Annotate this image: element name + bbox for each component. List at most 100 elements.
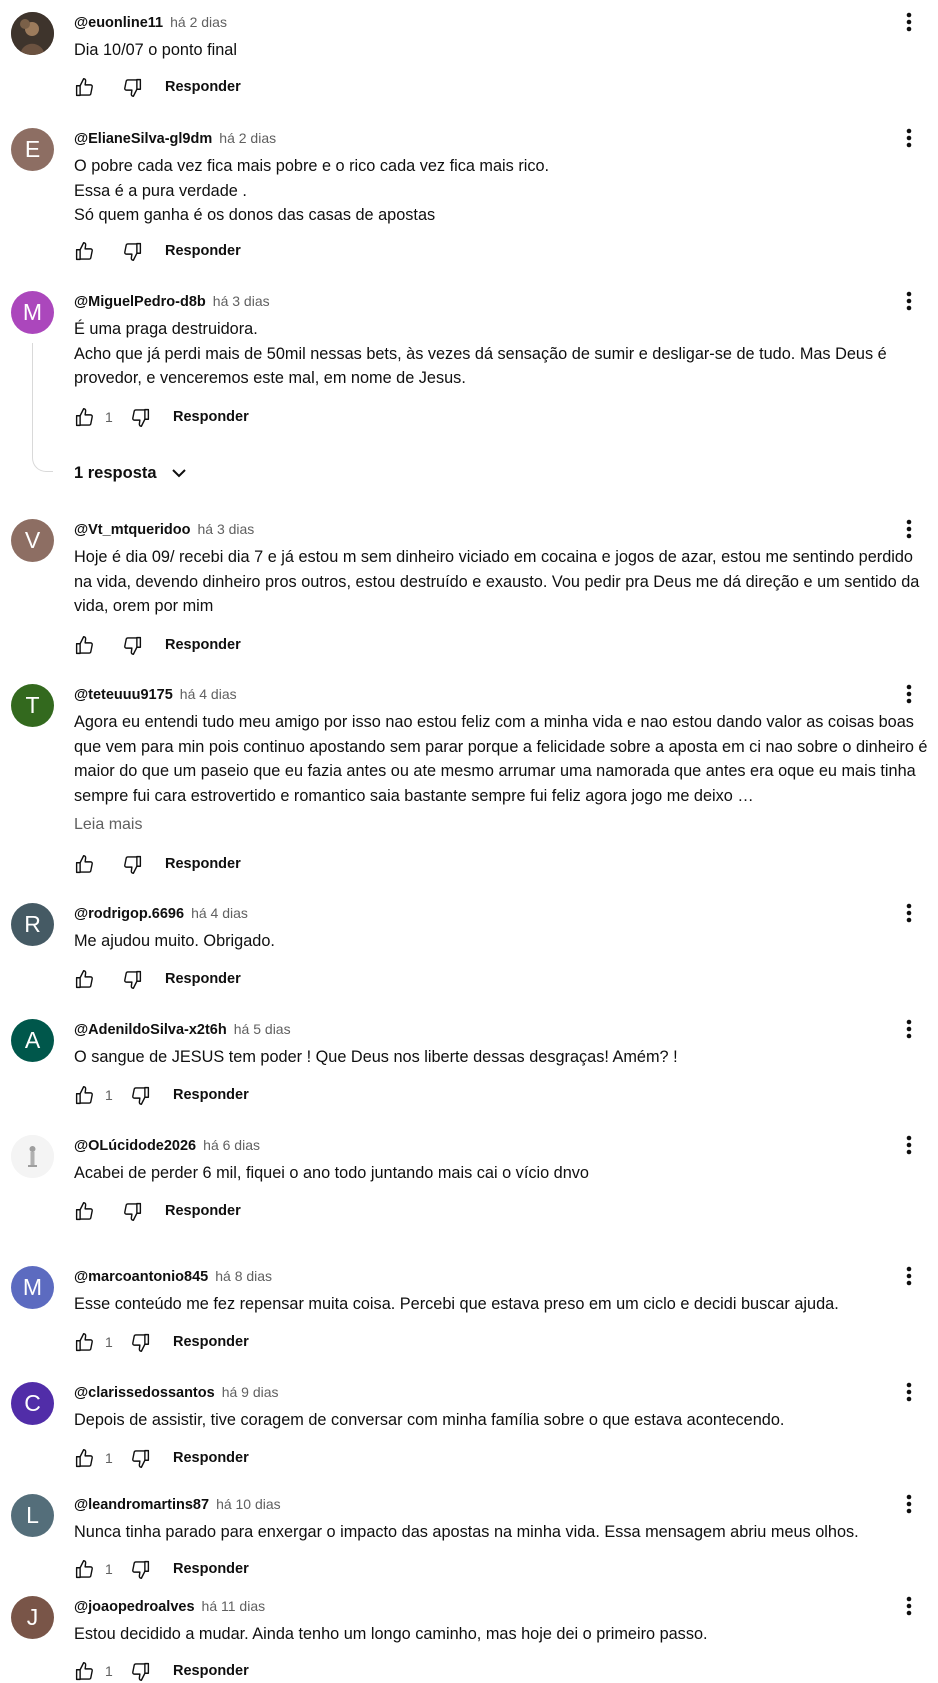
- comment-author[interactable]: @AdenildoSilva-x2t6h: [74, 1022, 227, 1038]
- dislike-icon[interactable]: [130, 1661, 151, 1682]
- avatar-letter: R: [24, 911, 41, 937]
- comment-text: Me ajudou muito. Obrigado.: [74, 932, 275, 950]
- comment-time[interactable]: há 4 dias: [180, 686, 237, 702]
- comment-time[interactable]: há 8 dias: [215, 1268, 272, 1284]
- more-options-icon[interactable]: [900, 901, 918, 925]
- comment-time[interactable]: há 10 dias: [216, 1496, 281, 1512]
- read-more-link[interactable]: Leia mais: [74, 816, 142, 834]
- comment-author[interactable]: @joaopedroalves: [74, 1599, 195, 1615]
- avatar[interactable]: A: [11, 1019, 54, 1062]
- dislike-icon[interactable]: [130, 1332, 151, 1353]
- comment-time[interactable]: há 9 dias: [222, 1384, 279, 1400]
- avatar[interactable]: L: [11, 1494, 54, 1537]
- dislike-icon[interactable]: [122, 1201, 143, 1222]
- more-options-icon[interactable]: [900, 10, 918, 34]
- like-icon[interactable]: [74, 1559, 95, 1580]
- like-icon[interactable]: [74, 969, 95, 990]
- dislike-icon[interactable]: [122, 854, 143, 875]
- comment-author[interactable]: @Vt_mtqueridoo: [74, 522, 190, 538]
- like-count: 1: [105, 409, 113, 425]
- more-options-icon[interactable]: [900, 289, 918, 313]
- comment-time[interactable]: há 3 dias: [197, 521, 254, 537]
- comment-time[interactable]: há 4 dias: [191, 905, 248, 921]
- more-options-icon[interactable]: [900, 1492, 918, 1516]
- more-options-icon[interactable]: [900, 1264, 918, 1288]
- more-options-icon[interactable]: [900, 517, 918, 541]
- chevron-down-icon: [171, 469, 186, 478]
- comment-author[interactable]: @OLúcidode2026: [74, 1138, 196, 1154]
- reply-button[interactable]: Responder: [165, 243, 241, 259]
- reply-button[interactable]: Responder: [165, 637, 241, 653]
- reply-button[interactable]: Responder: [173, 1450, 249, 1466]
- comment-actions: 1 Responder: [74, 1659, 249, 1683]
- like-icon[interactable]: [74, 77, 95, 98]
- dislike-icon[interactable]: [130, 407, 151, 428]
- reply-button[interactable]: Responder: [173, 1663, 249, 1679]
- more-options-icon[interactable]: [900, 682, 918, 706]
- avatar[interactable]: R: [11, 903, 54, 946]
- more-options-icon[interactable]: [900, 1017, 918, 1041]
- comment-author[interactable]: @ElianeSilva-gl9dm: [74, 131, 212, 147]
- dislike-icon[interactable]: [122, 635, 143, 656]
- comment-time[interactable]: há 2 dias: [219, 130, 276, 146]
- dislike-icon[interactable]: [122, 969, 143, 990]
- comment-author[interactable]: @MiguelPedro-d8b: [74, 294, 206, 310]
- replies-toggle[interactable]: 1 resposta: [74, 463, 189, 483]
- like-icon[interactable]: [74, 407, 95, 428]
- avatar[interactable]: E: [11, 128, 54, 171]
- reply-button[interactable]: Responder: [173, 1334, 249, 1350]
- like-icon[interactable]: [74, 635, 95, 656]
- like-icon[interactable]: [74, 854, 95, 875]
- reply-button[interactable]: Responder: [173, 1087, 249, 1103]
- dislike-icon[interactable]: [122, 77, 143, 98]
- comment-time[interactable]: há 5 dias: [234, 1021, 291, 1037]
- more-options-icon[interactable]: [900, 1594, 918, 1618]
- avatar[interactable]: C: [11, 1382, 54, 1425]
- comment-author[interactable]: @clarissedossantos: [74, 1385, 215, 1401]
- avatar[interactable]: M: [11, 291, 54, 334]
- comment-author[interactable]: @teteuuu9175: [74, 687, 173, 703]
- comment-time[interactable]: há 2 dias: [170, 14, 227, 30]
- comment-time[interactable]: há 3 dias: [213, 293, 270, 309]
- comment-author[interactable]: @euonline11: [74, 15, 163, 31]
- avatar[interactable]: V: [11, 519, 54, 562]
- comment-author[interactable]: @marcoantonio845: [74, 1269, 208, 1285]
- comment-text: Acabei de perder 6 mil, fiquei o ano tod…: [74, 1164, 589, 1182]
- avatar-figure-icon: [11, 1135, 54, 1178]
- comment-author[interactable]: @rodrigop.6696: [74, 906, 184, 922]
- avatar[interactable]: M: [11, 1266, 54, 1309]
- comment-actions: Responder: [74, 75, 241, 99]
- more-options-icon[interactable]: [900, 126, 918, 150]
- avatar[interactable]: [11, 1135, 54, 1178]
- reply-button[interactable]: Responder: [165, 856, 241, 872]
- reply-button[interactable]: Responder: [165, 79, 241, 95]
- like-icon[interactable]: [74, 1201, 95, 1222]
- reply-button[interactable]: Responder: [173, 1561, 249, 1577]
- avatar[interactable]: J: [11, 1596, 54, 1639]
- avatar[interactable]: T: [11, 684, 54, 727]
- like-icon[interactable]: [74, 1661, 95, 1682]
- avatar[interactable]: [11, 12, 54, 55]
- comment-author[interactable]: @leandromartins87: [74, 1497, 209, 1513]
- comment-time[interactable]: há 6 dias: [203, 1137, 260, 1153]
- comment-header: @leandromartins87 há 10 dias: [74, 1496, 281, 1513]
- comment-text: Agora eu entendi tudo meu amigo por isso…: [74, 713, 933, 805]
- comment-header: @euonline11 há 2 dias: [74, 14, 227, 31]
- like-icon[interactable]: [74, 1332, 95, 1353]
- comment-time[interactable]: há 11 dias: [202, 1598, 266, 1614]
- dislike-icon[interactable]: [122, 241, 143, 262]
- reply-button[interactable]: Responder: [165, 1203, 241, 1219]
- more-options-icon[interactable]: [900, 1133, 918, 1157]
- dislike-icon[interactable]: [130, 1448, 151, 1469]
- reply-button[interactable]: Responder: [173, 409, 249, 425]
- reply-button[interactable]: Responder: [165, 971, 241, 987]
- more-options-icon[interactable]: [900, 1380, 918, 1404]
- like-icon[interactable]: [74, 1085, 95, 1106]
- like-icon[interactable]: [74, 1448, 95, 1469]
- comment-text: Esse conteúdo me fez repensar muita cois…: [74, 1295, 839, 1313]
- comment-header: @MiguelPedro-d8b há 3 dias: [74, 293, 270, 310]
- dislike-icon[interactable]: [130, 1085, 151, 1106]
- like-icon[interactable]: [74, 241, 95, 262]
- avatar-letter: V: [24, 527, 41, 553]
- dislike-icon[interactable]: [130, 1559, 151, 1580]
